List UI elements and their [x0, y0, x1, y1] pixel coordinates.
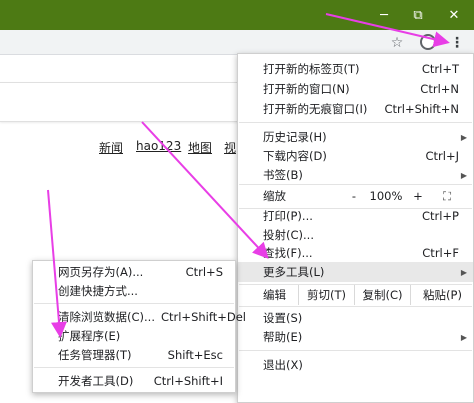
submenu-item-save-page[interactable]: 网页另存为(A)... Ctrl+S: [33, 262, 235, 282]
fullscreen-icon[interactable]: ⛶: [438, 189, 456, 204]
nav-link-video[interactable]: 视: [224, 139, 236, 156]
menu-item-shortcut: Ctrl+T: [421, 62, 459, 76]
menu-item-label: 投射(C)...: [263, 228, 314, 242]
submenu-arrow-icon: ▶: [460, 132, 467, 142]
submenu-arrow-icon: ▶: [460, 332, 467, 342]
profile-avatar-icon[interactable]: [420, 34, 436, 50]
chrome-main-menu: 打开新的标签页(T) Ctrl+T 打开新的窗口(N) Ctrl+N 打开新的无…: [237, 53, 474, 403]
submenu-arrow-icon: ▶: [460, 267, 467, 277]
restore-button[interactable]: ⧉: [400, 0, 436, 30]
menu-item-shortcut: Ctrl+P: [421, 209, 459, 223]
menu-item-new-window[interactable]: 打开新的窗口(N) Ctrl+N: [238, 79, 473, 99]
menu-separator: [239, 122, 472, 123]
menu-item-label: 打开新的无痕窗口(I): [263, 102, 368, 116]
menu-item-new-tab[interactable]: 打开新的标签页(T) Ctrl+T: [238, 59, 473, 79]
menu-separator: [239, 306, 472, 307]
menu-item-more-tools[interactable]: 更多工具(L) ▶: [238, 262, 473, 282]
nav-link-map[interactable]: 地图: [188, 139, 212, 156]
menu-item-label: 开发者工具(D): [58, 374, 134, 388]
menu-item-help[interactable]: 帮助(E) ▶: [238, 327, 473, 347]
bookmark-star-icon[interactable]: ☆: [386, 31, 408, 54]
menu-item-label: 退出(X): [263, 358, 303, 372]
zoom-in-button[interactable]: +: [410, 189, 426, 203]
menu-separator: [34, 367, 234, 368]
minimize-button[interactable]: ─: [366, 0, 402, 30]
menu-item-shortcut: Ctrl+J: [425, 149, 460, 163]
menu-item-label: 打印(P)...: [263, 209, 313, 223]
menu-item-cast[interactable]: 投射(C)...: [238, 225, 473, 245]
zoom-out-button[interactable]: -: [346, 189, 362, 203]
menu-item-label: 清除浏览数据(C)...: [58, 310, 155, 324]
edit-row: 编辑 剪切(T) 复制(C) 粘贴(P): [238, 285, 473, 305]
menu-item-label: 扩展程序(E): [58, 329, 121, 343]
menu-item-find[interactable]: 查找(F)... Ctrl+F: [238, 243, 473, 263]
menu-item-history[interactable]: 历史记录(H) ▶: [238, 127, 473, 147]
menu-item-label: 历史记录(H): [263, 130, 327, 144]
menu-item-label: 更多工具(L): [263, 265, 325, 279]
menu-item-shortcut: Ctrl+N: [420, 82, 459, 96]
zoom-level: 100%: [369, 189, 403, 203]
zoom-row: 缩放 - 100% + ⛶: [238, 185, 473, 207]
menu-item-downloads[interactable]: 下载内容(D) Ctrl+J: [238, 146, 473, 166]
more-tools-submenu: 网页另存为(A)... Ctrl+S 创建快捷方式... 清除浏览数据(C)..…: [32, 260, 246, 393]
nav-link-news[interactable]: 新闻: [99, 139, 123, 156]
close-button[interactable]: ✕: [436, 0, 472, 30]
menu-item-label: 打开新的窗口(N): [263, 82, 350, 96]
cut-button[interactable]: 剪切(T): [298, 285, 354, 305]
submenu-item-extensions[interactable]: 扩展程序(E): [33, 326, 235, 346]
submenu-arrow-icon: ▶: [460, 170, 467, 180]
menu-item-shortcut: Shift+Esc: [167, 348, 223, 362]
menu-separator: [34, 303, 234, 304]
menu-item-label: 帮助(E): [263, 330, 303, 344]
menu-item-label: 设置(S): [263, 311, 303, 325]
menu-item-shortcut: Ctrl+Shift+N: [384, 102, 459, 116]
title-bar: ─ ⧉ ✕: [0, 0, 474, 30]
menu-item-label: 书签(B): [263, 168, 303, 182]
submenu-item-dev-tools[interactable]: 开发者工具(D) Ctrl+Shift+I: [33, 371, 235, 391]
menu-item-label: 打开新的标签页(T): [263, 62, 360, 76]
menu-item-label: 下载内容(D): [263, 149, 327, 163]
menu-item-print[interactable]: 打印(P)... Ctrl+P: [238, 206, 473, 226]
edit-label: 编辑: [263, 288, 286, 302]
menu-item-shortcut: Ctrl+Shift+Del: [160, 310, 246, 324]
menu-item-shortcut: Ctrl+Shift+I: [153, 374, 223, 388]
submenu-item-clear-data[interactable]: 清除浏览数据(C)... Ctrl+Shift+Del: [33, 307, 246, 327]
zoom-label: 缩放: [263, 189, 286, 203]
menu-item-label: 查找(F)...: [263, 246, 313, 260]
menu-item-shortcut: Ctrl+F: [422, 246, 459, 260]
copy-button[interactable]: 复制(C): [354, 285, 410, 305]
submenu-item-create-shortcut[interactable]: 创建快捷方式...: [33, 281, 235, 301]
menu-separator: [239, 350, 472, 351]
menu-item-label: 创建快捷方式...: [58, 284, 138, 298]
menu-item-label: 任务管理器(T): [58, 348, 132, 362]
menu-item-settings[interactable]: 设置(S): [238, 308, 473, 328]
menu-item-new-incognito[interactable]: 打开新的无痕窗口(I) Ctrl+Shift+N: [238, 99, 473, 119]
menu-item-exit[interactable]: 退出(X): [238, 355, 473, 375]
submenu-item-task-manager[interactable]: 任务管理器(T) Shift+Esc: [33, 345, 235, 365]
menu-item-shortcut: Ctrl+S: [185, 265, 223, 279]
nav-link-hao123[interactable]: hao123: [136, 139, 181, 153]
paste-button[interactable]: 粘贴(P): [410, 285, 474, 305]
search-area: [0, 82, 240, 122]
chrome-menu-button[interactable]: ⋮: [446, 31, 468, 54]
menu-item-label: 网页另存为(A)...: [58, 265, 144, 279]
menu-item-bookmarks[interactable]: 书签(B) ▶: [238, 165, 473, 185]
